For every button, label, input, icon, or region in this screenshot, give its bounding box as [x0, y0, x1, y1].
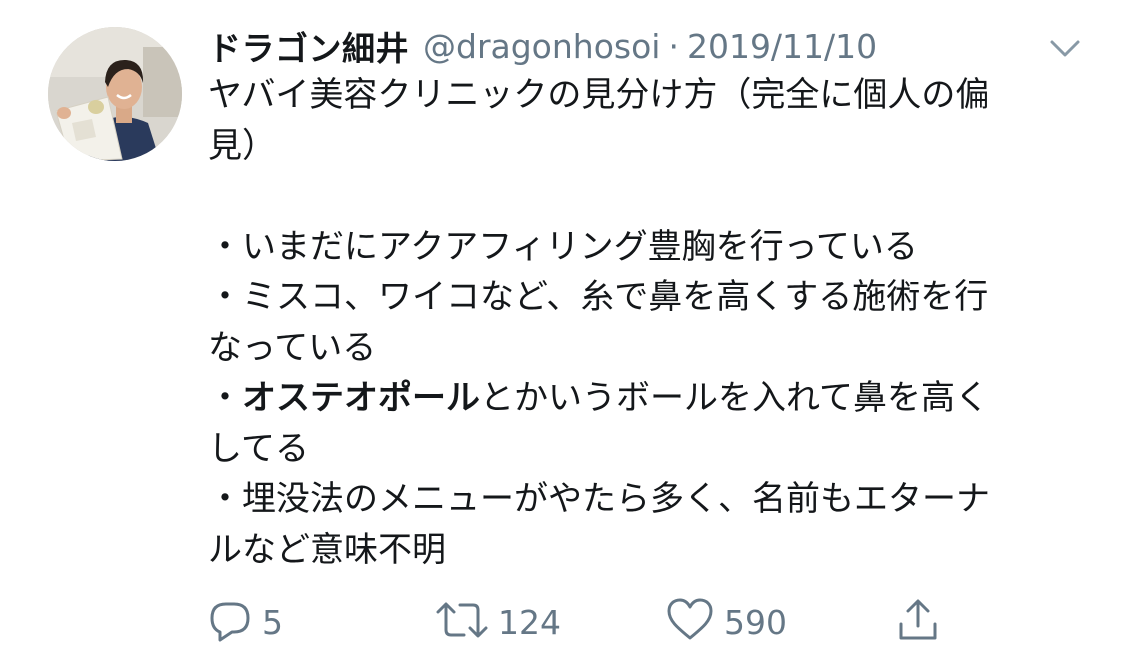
reply-button[interactable]: 5 [206, 596, 283, 648]
bullet: ・ [208, 378, 242, 418]
tweet-text-line: ヤバイ美容クリニックの見分け方（完全に個人の偏 [208, 75, 990, 115]
tweet-header: ドラゴン細井 @dragonhosoi · 2019/11/10 [208, 20, 1085, 72]
tweet-text-line: ルなど意味不明 [208, 529, 446, 570]
separator-dot: · [668, 26, 679, 66]
like-button[interactable]: 590 [664, 596, 787, 648]
tweet-text: ヤバイ美容クリニックの見分け方（完全に個人の偏 見） ・いまだにアクアフィリング… [208, 70, 1068, 575]
retweet-count: 124 [498, 602, 561, 642]
reply-count: 5 [262, 602, 283, 642]
chevron-down-icon[interactable] [1045, 28, 1085, 68]
line-rest: とかいうボールを入れて鼻を高く [480, 378, 989, 418]
avatar[interactable] [48, 27, 182, 161]
avatar-image [48, 27, 182, 161]
tweet-text-line: してる [208, 428, 309, 469]
reply-icon [206, 596, 254, 648]
tweet-text-line: ・オステオポールとかいうボールを入れて鼻を高く [208, 373, 1068, 424]
share-icon [894, 596, 942, 648]
tweet[interactable]: ドラゴン細井 @dragonhosoi · 2019/11/10 ヤバイ美容クリ… [0, 0, 1125, 658]
heart-icon [664, 596, 716, 648]
action-bar: 5 124 590 [206, 596, 966, 648]
retweet-icon [434, 596, 490, 648]
share-button[interactable] [894, 596, 942, 648]
like-count: 590 [724, 602, 787, 642]
user-handle[interactable]: @dragonhosoi [423, 27, 660, 66]
display-name[interactable]: ドラゴン細井 [208, 22, 409, 70]
tweet-text-line: ・ミスコ、ワイコなど、糸で鼻を高くする施術を行 [208, 277, 989, 317]
tweet-text-line: なっている [208, 327, 377, 368]
tweet-text-line: ・埋没法のメニューがやたら多く、名前もエターナ [208, 479, 990, 519]
tweet-text-line: ・いまだにアクアフィリング豊胸を行っている [208, 226, 918, 267]
bold-term: オステオポール [242, 378, 480, 418]
retweet-button[interactable]: 124 [434, 596, 561, 648]
tweet-text-line: 見） [208, 125, 276, 166]
tweet-date[interactable]: 2019/11/10 [687, 27, 877, 66]
